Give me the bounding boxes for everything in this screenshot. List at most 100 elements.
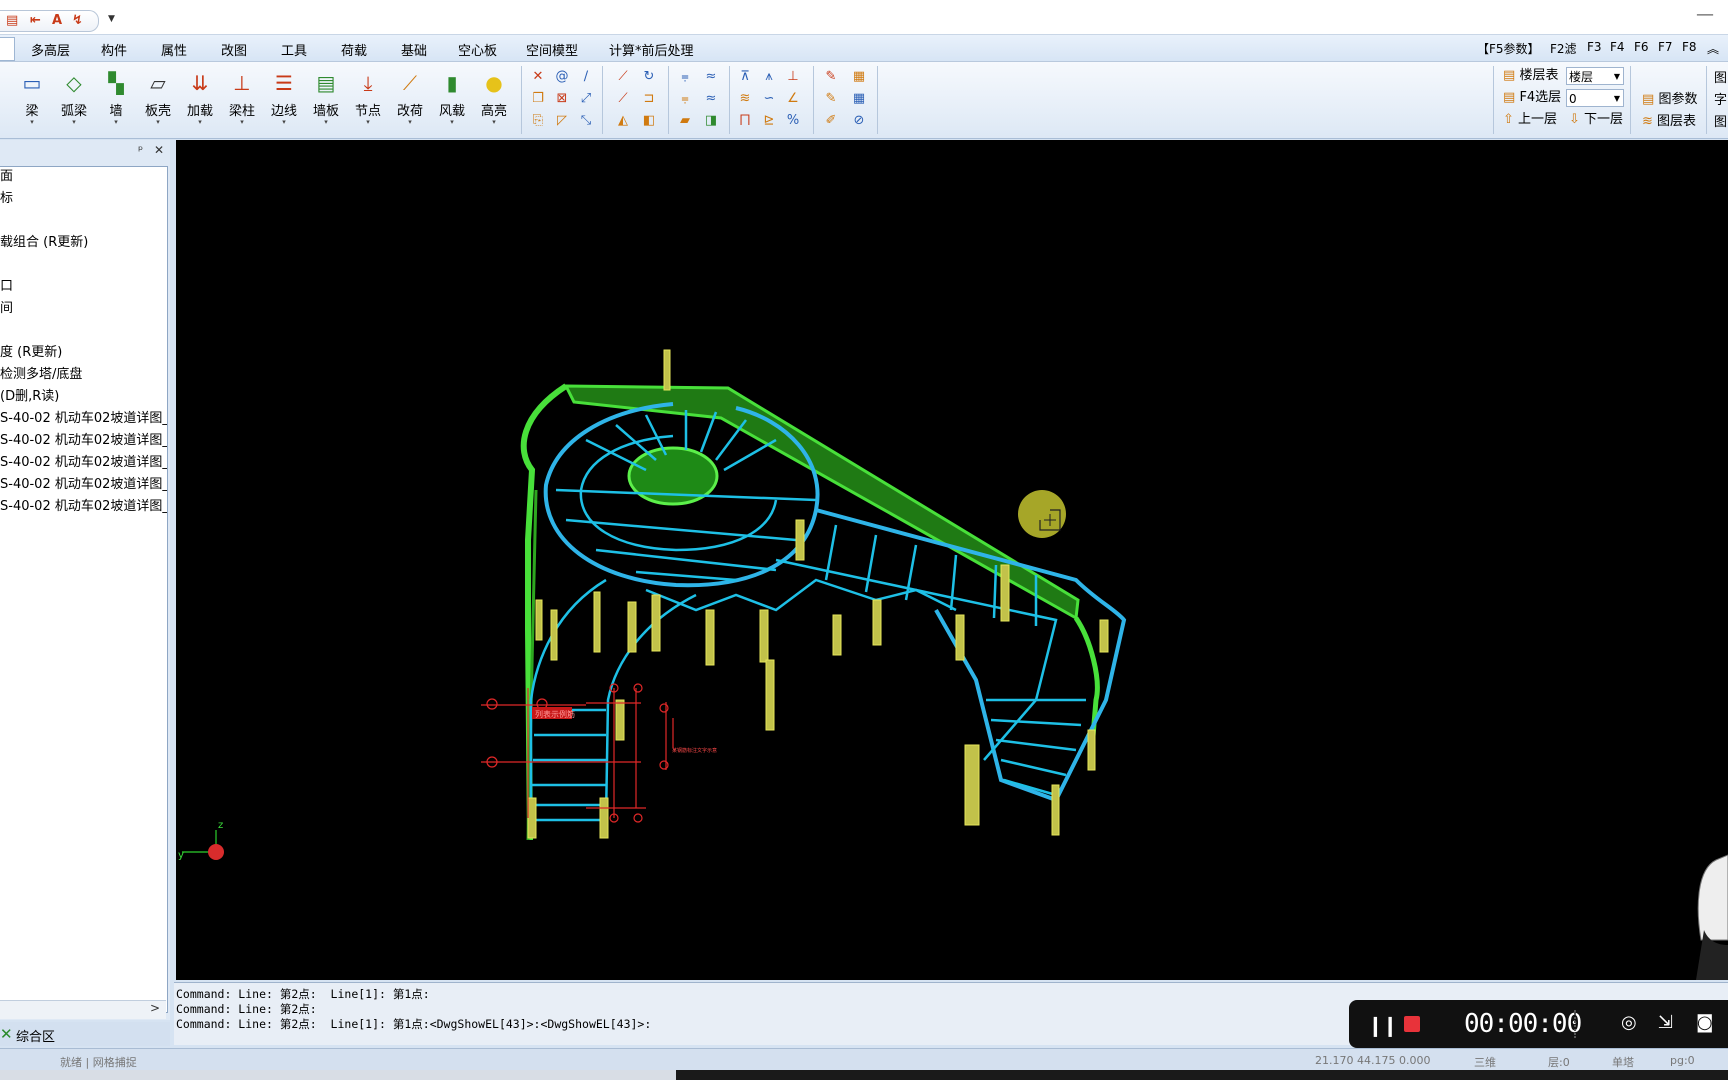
menu-spatial-model[interactable]: 空间模型: [526, 40, 578, 59]
ribbon-button-load[interactable]: ⇊ 加载 ▾: [180, 70, 220, 134]
truss-icon[interactable]: ⩚: [757, 66, 781, 88]
tree-item[interactable]: 间: [0, 299, 13, 319]
beam-merge-icon[interactable]: ⩦: [672, 88, 698, 110]
ribbon-button-node[interactable]: ⤓ 节点 ▾: [348, 70, 388, 134]
app-menu-tab[interactable]: [0, 37, 15, 61]
dropdown-arrow-icon[interactable]: ▾: [54, 119, 94, 126]
pen-icon[interactable]: ✎: [817, 88, 845, 110]
delete-icon[interactable]: ✕: [526, 66, 550, 88]
redo-icon[interactable]: ↯: [72, 13, 83, 28]
f4-key[interactable]: F4: [1610, 40, 1625, 54]
menu-attribute[interactable]: 属性: [161, 40, 187, 59]
copy-circle-icon[interactable]: @: [550, 66, 574, 88]
f7-key[interactable]: F7: [1658, 40, 1673, 54]
floor-table-icon[interactable]: ▤: [1503, 68, 1515, 83]
ribbon-button-modify-load[interactable]: ⟋ 改荷 ▾: [390, 70, 430, 134]
status-layer[interactable]: 层:0: [1548, 1054, 1570, 1070]
floor-pick-select[interactable]: 0 ▼: [1566, 89, 1624, 107]
tree-item[interactable]: 载组合 (R更新): [0, 233, 88, 253]
ribbon-button-bulb[interactable]: ● 高亮 ▾: [474, 70, 514, 134]
menu-hollow-slab[interactable]: 空心板: [458, 40, 497, 59]
wall-edit-icon[interactable]: ◨: [698, 110, 724, 132]
ribbon-button-wall[interactable]: ▚ 墙 ▾: [96, 70, 136, 134]
dropdown-arrow-icon[interactable]: ▾: [96, 119, 136, 126]
collapse-icon[interactable]: ⇲: [1658, 1012, 1673, 1033]
ribbon-button-arc-beam[interactable]: ◇ 弧梁 ▾: [54, 70, 94, 134]
stretch-icon[interactable]: ⟋: [610, 88, 636, 110]
ribbon-button-wind-load[interactable]: ▮ 风载 ▾: [432, 70, 472, 134]
dimension-icon[interactable]: ⊵: [757, 110, 781, 132]
stop-record-icon[interactable]: [1404, 1016, 1420, 1032]
grid-icon[interactable]: ▦: [845, 88, 873, 110]
tree-item[interactable]: 面: [0, 167, 13, 187]
drawing-params-button[interactable]: ▤ 图参数: [1642, 88, 1697, 107]
menu-tools[interactable]: 工具: [281, 40, 307, 59]
dropdown-arrow-icon[interactable]: ▾: [390, 119, 430, 126]
f3-key[interactable]: F3: [1587, 40, 1602, 54]
status-tower[interactable]: 单塔: [1612, 1054, 1634, 1070]
dropdown-arrow-icon[interactable]: ▾: [222, 119, 262, 126]
pause-icon[interactable]: ❙❙: [1367, 1013, 1398, 1037]
scroll-right-icon[interactable]: >: [150, 1001, 160, 1015]
screenshot-target-icon[interactable]: ◎: [1621, 1012, 1637, 1033]
tree-item[interactable]: S-40-02 机动车02坡道详图_: [0, 497, 167, 517]
ribbon-button-beam[interactable]: ▭ 梁 ▾: [12, 70, 52, 134]
copy-icon[interactable]: ❐: [526, 88, 550, 110]
minimize-icon[interactable]: —: [1696, 4, 1714, 25]
layer-table-button[interactable]: ≋ 图层表: [1642, 110, 1696, 129]
pin-icon[interactable]: ⊥: [781, 66, 805, 88]
ribbon-button-edge-line[interactable]: ☰ 边线 ▾: [264, 70, 304, 134]
rotate-icon[interactable]: ↻: [636, 66, 662, 88]
tree-item[interactable]: S-40-02 机动车02坡道详图_: [0, 431, 167, 451]
close-icon[interactable]: ✕: [154, 143, 164, 157]
floor-pick-icon[interactable]: ▤: [1503, 90, 1515, 105]
tab-comprehensive[interactable]: ✕ 综合区: [0, 1022, 170, 1046]
menu-member[interactable]: 构件: [101, 40, 127, 59]
array-icon[interactable]: ◭: [610, 110, 636, 132]
paste-icon[interactable]: ⎘: [526, 110, 550, 132]
f8-key[interactable]: F8: [1682, 40, 1697, 54]
status-view[interactable]: 三维: [1474, 1054, 1496, 1070]
dropdown-arrow-icon[interactable]: ▾: [264, 119, 304, 126]
floor-pick-label[interactable]: F4选层: [1519, 90, 1561, 105]
brush-icon[interactable]: ✎: [817, 66, 845, 88]
line-icon[interactable]: ∕: [574, 66, 598, 88]
ribbon-button-wall-panel[interactable]: ▤ 墙板 ▾: [306, 70, 346, 134]
floor-up-button[interactable]: ⇧ 上一层: [1503, 110, 1557, 130]
ribbon-button-slab[interactable]: ▱ 板壳 ▾: [138, 70, 178, 134]
menu-calc-processing[interactable]: 计算*前后处理: [609, 40, 694, 59]
status-pg[interactable]: pg:0: [1670, 1054, 1695, 1067]
drawing-canvas[interactable]: 列表示例筋 某钢筋标注文字示意 z y: [176, 140, 1728, 980]
text-a-icon[interactable]: A: [52, 13, 62, 28]
dropdown-arrow-icon[interactable]: ▾: [474, 119, 514, 126]
edge-label-3[interactable]: 图: [1714, 112, 1727, 134]
drag-handle[interactable]: [1574, 1010, 1582, 1038]
undo-icon[interactable]: ⇤: [30, 13, 41, 28]
trim-icon[interactable]: ⤡: [574, 110, 598, 132]
tree-item[interactable]: 标: [0, 189, 13, 209]
support-icon[interactable]: ⊼: [733, 66, 757, 88]
f6-key[interactable]: F6: [1634, 40, 1649, 54]
floor-table-label[interactable]: 楼层表: [1519, 68, 1558, 83]
f2-filter[interactable]: F2滤: [1550, 40, 1577, 57]
frame-icon[interactable]: ⨅: [733, 110, 757, 132]
menu-foundation[interactable]: 基础: [401, 40, 427, 59]
dropdown-arrow-icon[interactable]: ▾: [306, 119, 346, 126]
menu-multistory[interactable]: 多高层: [31, 40, 70, 59]
beam-edit-icon[interactable]: ⩦: [672, 66, 698, 88]
angle-icon[interactable]: ∠: [781, 88, 805, 110]
edge-label-1[interactable]: 图: [1714, 68, 1727, 90]
box-icon[interactable]: ◧: [636, 110, 662, 132]
pin-icon[interactable]: ᵖ: [138, 143, 143, 157]
dropdown-arrow-icon[interactable]: ▾: [348, 119, 388, 126]
no-icon[interactable]: ⊘: [845, 110, 873, 132]
floor-select[interactable]: 楼层 ▼: [1566, 67, 1624, 85]
tree-horizontal-scrollbar[interactable]: >: [0, 1000, 166, 1019]
dropdown-arrow-icon[interactable]: ▾: [432, 119, 472, 126]
extend-icon[interactable]: ⤢: [574, 88, 598, 110]
tree-item[interactable]: S-40-02 机动车02坡道详图_: [0, 475, 167, 495]
f5-params[interactable]: 【F5参数】: [1477, 40, 1540, 57]
table-icon[interactable]: ▦: [845, 66, 873, 88]
spring-icon[interactable]: ≋: [733, 88, 757, 110]
beam-split-icon[interactable]: ≈: [698, 66, 724, 88]
